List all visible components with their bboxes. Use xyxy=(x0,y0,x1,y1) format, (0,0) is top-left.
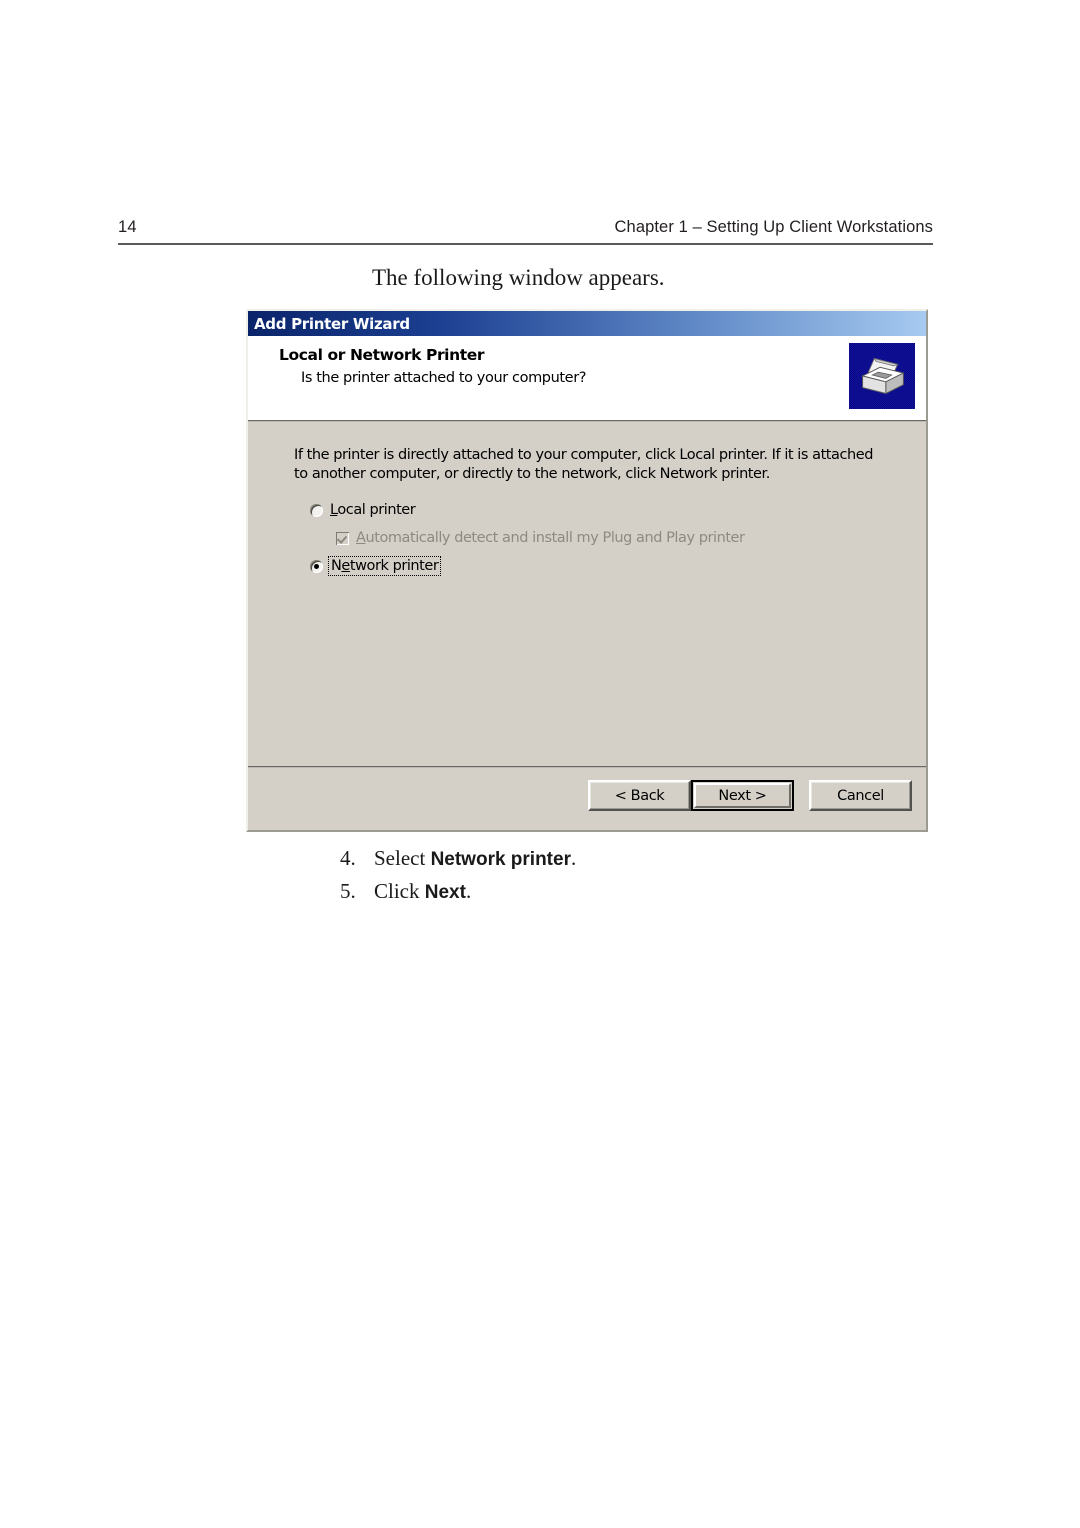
printer-icon xyxy=(848,342,916,410)
wizard-footer-pane: < Back Next > Cancel xyxy=(248,766,926,830)
wizard-body-pane: If the printer is directly attached to y… xyxy=(248,422,926,766)
add-printer-wizard-dialog: Add Printer Wizard Local or Network Prin… xyxy=(246,309,928,832)
dialog-button-row: < Back Next > Cancel xyxy=(588,780,912,811)
option-network-printer-label: Network printer xyxy=(327,556,442,576)
instruction-text: If the printer is directly attached to y… xyxy=(294,447,873,482)
step-text: Select Network printer. xyxy=(374,846,576,871)
step-item: 4. Select Network printer. xyxy=(340,846,576,871)
dialog-title: Add Printer Wizard xyxy=(254,314,410,333)
step-number: 4. xyxy=(340,846,356,870)
radio-local-printer[interactable] xyxy=(310,503,323,517)
step-text-before: Select xyxy=(374,846,431,870)
next-button[interactable]: Next > xyxy=(691,780,794,811)
step-text-emphasis: Next xyxy=(424,882,466,903)
page-number: 14 xyxy=(118,218,137,236)
step-text-emphasis: Network printer xyxy=(430,849,571,870)
step-number: 5. xyxy=(340,879,356,903)
option-network-printer[interactable]: Network printer xyxy=(310,556,442,576)
intro-text: The following window appears. xyxy=(372,265,665,290)
step-item: 5. Click Next. xyxy=(340,879,576,904)
dialog-titlebar[interactable]: Add Printer Wizard xyxy=(248,311,926,336)
step-text-after: . xyxy=(465,879,472,903)
wizard-subheading: Is the printer attached to your computer… xyxy=(301,370,587,386)
chapter-header: Chapter 1 – Setting Up Client Workstatio… xyxy=(614,218,933,236)
cancel-button[interactable]: Cancel xyxy=(809,780,912,811)
page-header: 14 Chapter 1 – Setting Up Client Worksta… xyxy=(118,218,933,252)
header-divider xyxy=(118,243,933,245)
checkbox-auto-detect[interactable] xyxy=(336,531,349,545)
next-button-label: Next > xyxy=(694,783,791,808)
option-local-printer-label: Local printer xyxy=(330,502,416,518)
step-text: Click Next. xyxy=(374,879,471,904)
step-text-after: . xyxy=(570,846,577,870)
option-auto-detect[interactable]: Automatically detect and install my Plug… xyxy=(336,530,745,546)
radio-network-printer[interactable] xyxy=(310,559,323,573)
option-auto-detect-label: Automatically detect and install my Plug… xyxy=(356,530,745,546)
option-local-printer[interactable]: Local printer xyxy=(310,502,416,518)
back-button[interactable]: < Back xyxy=(588,780,691,811)
instruction-steps: 4. Select Network printer. 5. Click Next… xyxy=(340,846,576,912)
step-text-before: Click xyxy=(374,879,425,903)
wizard-header-pane: Local or Network Printer Is the printer … xyxy=(248,336,926,422)
wizard-heading: Local or Network Printer xyxy=(279,346,485,364)
